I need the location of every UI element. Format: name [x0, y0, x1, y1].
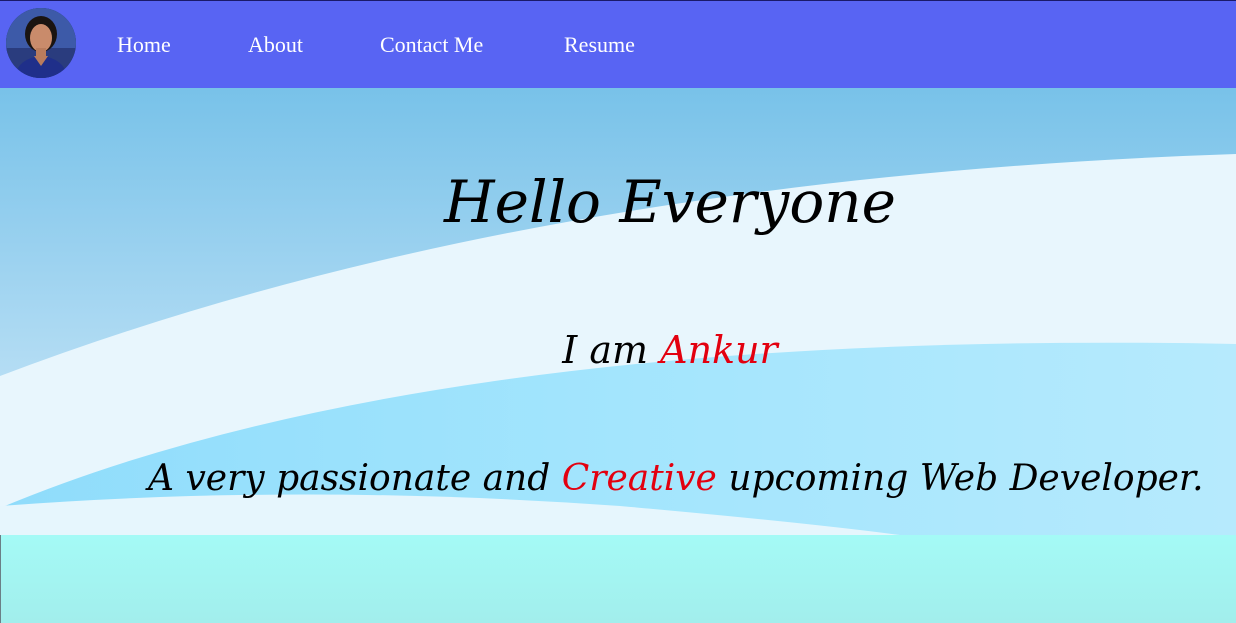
nav-link-about[interactable]: About: [248, 31, 303, 59]
hero-tagline-suffix: upcoming Web Developer.: [716, 458, 1204, 499]
avatar-portrait: [6, 8, 76, 78]
navbar: Home About Contact Me Resume: [0, 0, 1236, 88]
nav-link-contact-me[interactable]: Contact Me: [380, 31, 483, 59]
next-section-band: [0, 535, 1236, 623]
avatar[interactable]: [6, 8, 76, 78]
hero-intro: I am Ankur: [0, 326, 1236, 374]
page: Home About Contact Me Resume Hello Every…: [0, 0, 1236, 623]
hero-tagline-accent: Creative: [561, 458, 717, 499]
hero-section: Hello Everyone I am Ankur A very passion…: [0, 88, 1236, 535]
nav-link-home[interactable]: Home: [117, 31, 171, 59]
hero-intro-prefix: I am: [562, 328, 661, 372]
nav-link-resume[interactable]: Resume: [564, 31, 635, 59]
hero-tagline: A very passionate and Creative upcoming …: [148, 456, 1204, 502]
hero-title: Hello Everyone: [444, 168, 896, 236]
hero-intro-name: Ankur: [660, 328, 778, 372]
hero-tagline-prefix: A very passionate and: [148, 458, 562, 499]
